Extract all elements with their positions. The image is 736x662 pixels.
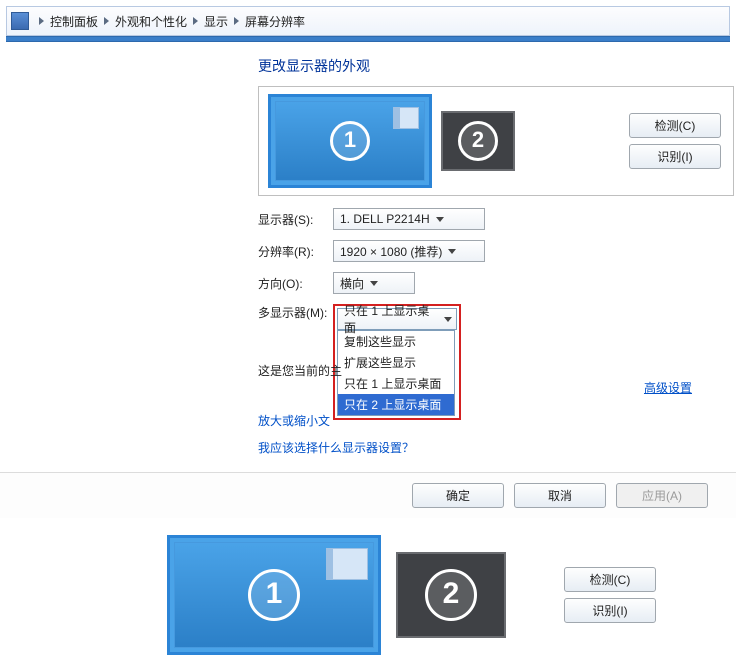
taskbar-thumb-icon	[326, 548, 368, 580]
detect-button[interactable]: 检测(C)	[629, 113, 721, 138]
resolution-select[interactable]: 1920 × 1080 (推荐)	[333, 240, 485, 262]
detect-button[interactable]: 检测(C)	[564, 567, 656, 592]
chevron-down-icon	[444, 317, 452, 322]
crumb-resolution[interactable]: 屏幕分辨率	[245, 13, 305, 30]
chevron-down-icon	[448, 249, 456, 254]
multi-display-select[interactable]: 只在 1 上显示桌面	[337, 308, 457, 330]
identify-button[interactable]: 识别(I)	[564, 598, 656, 623]
taskbar-thumb-icon	[393, 107, 419, 129]
chevron-right-icon	[193, 17, 198, 25]
monitor-number-2: 2	[458, 121, 498, 161]
magnify-link[interactable]: 放大或缩小文	[258, 414, 330, 428]
orientation-label: 方向(O):	[258, 275, 333, 292]
resolution-value: 1920 × 1080 (推荐)	[340, 243, 442, 260]
crumb-appearance[interactable]: 外观和个性化	[115, 13, 187, 30]
display-value: 1. DELL P2214H	[340, 212, 430, 226]
multi-display-value: 只在 1 上显示桌面	[344, 302, 438, 336]
monitor-2-large[interactable]: 2	[396, 552, 506, 638]
apply-button: 应用(A)	[616, 483, 708, 508]
chevron-down-icon	[370, 281, 378, 286]
monitor-1[interactable]: 1	[271, 97, 429, 185]
resolution-label: 分辨率(R):	[258, 243, 333, 260]
display-label: 显示器(S):	[258, 211, 333, 228]
chevron-right-icon	[39, 17, 44, 25]
monitor-2[interactable]: 2	[441, 111, 515, 171]
monitor-number-1: 1	[330, 121, 370, 161]
monitor-preview: 1 2 检测(C) 识别(I)	[258, 86, 734, 196]
dialog-buttons: 确定 取消 应用(A)	[0, 472, 736, 518]
chevron-down-icon	[436, 217, 444, 222]
control-panel-icon	[11, 12, 29, 30]
crumb-display[interactable]: 显示	[204, 13, 228, 30]
cancel-button[interactable]: 取消	[514, 483, 606, 508]
orientation-value: 横向	[340, 275, 364, 292]
multi-display-label: 多显示器(M):	[258, 304, 333, 321]
chevron-right-icon	[234, 17, 239, 25]
which-display-link[interactable]: 我应该选择什么显示器设置？	[258, 439, 414, 456]
identify-button[interactable]: 识别(I)	[629, 144, 721, 169]
chevron-right-icon	[104, 17, 109, 25]
primary-status-text: 这是您当前的主	[258, 362, 718, 379]
ok-button[interactable]: 确定	[412, 483, 504, 508]
crumb-control-panel[interactable]: 控制面板	[50, 13, 98, 30]
monitor-preview-large: 1 2 检测(C) 识别(I)	[0, 518, 736, 662]
advanced-settings-link[interactable]: 高级设置	[644, 379, 692, 396]
display-select[interactable]: 1. DELL P2214H	[333, 208, 485, 230]
page-title: 更改显示器的外观	[258, 56, 718, 76]
orientation-select[interactable]: 横向	[333, 272, 415, 294]
breadcrumb[interactable]: 控制面板 外观和个性化 显示 屏幕分辨率	[6, 6, 730, 36]
monitor-1-large[interactable]: 1	[170, 538, 378, 652]
